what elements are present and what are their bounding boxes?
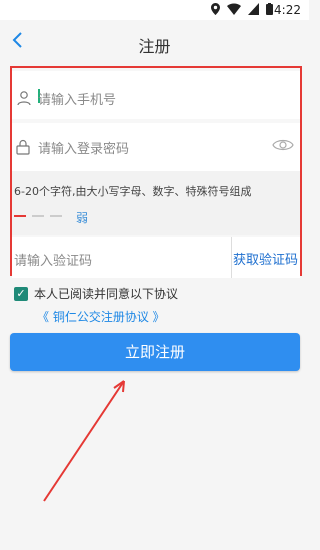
password-input[interactable]: 请输入登录密码 — [38, 138, 129, 157]
verification-code-input[interactable]: 请输入验证码 — [14, 250, 92, 269]
user-icon — [17, 91, 31, 106]
agreement-text: 本人已阅读并同意以下协议 — [34, 287, 179, 301]
lock-icon — [16, 139, 30, 155]
registration-form-panel: 请输入手机号 请输入登录密码 6-20个字符,由大小写字母、数字、特殊符号组成 … — [10, 66, 302, 278]
status-icons — [211, 3, 273, 15]
password-hint: 6-20个字符,由大小写字母、数字、特殊符号组成 — [14, 185, 252, 198]
strength-bars — [14, 215, 62, 217]
strength-bar-1 — [14, 215, 26, 217]
eye-icon[interactable] — [272, 137, 294, 153]
password-row: 请输入登录密码 — [12, 123, 300, 171]
phone-row: 请输入手机号 — [12, 71, 300, 119]
register-button[interactable]: 立即注册 — [10, 333, 300, 371]
strength-label: 弱 — [76, 211, 89, 225]
divider — [231, 237, 232, 278]
status-bar: 4:22 — [0, 0, 309, 20]
phone-input[interactable]: 请输入手机号 — [38, 89, 116, 108]
location-icon — [211, 3, 220, 15]
agreement-row: ✓ 本人已阅读并同意以下协议 — [14, 285, 178, 302]
battery-icon — [266, 3, 273, 15]
password-strength-section: 6-20个字符,由大小写字母、数字、特殊符号组成 弱 — [12, 171, 300, 235]
signal-icon — [248, 3, 259, 15]
strength-bar-3 — [50, 215, 62, 217]
protocol-link[interactable]: 《 铜仁公交注册协议 》 — [37, 308, 165, 325]
header: 注册 — [0, 20, 309, 66]
page-title: 注册 — [138, 37, 171, 56]
agreement-checkbox[interactable]: ✓ — [14, 286, 28, 301]
strength-bar-2 — [32, 215, 44, 217]
wifi-icon — [227, 3, 241, 15]
code-row: 请输入验证码 获取验证码 — [12, 237, 300, 278]
get-code-button[interactable]: 获取验证码 — [233, 249, 298, 268]
status-time: 4:22 — [274, 3, 301, 17]
